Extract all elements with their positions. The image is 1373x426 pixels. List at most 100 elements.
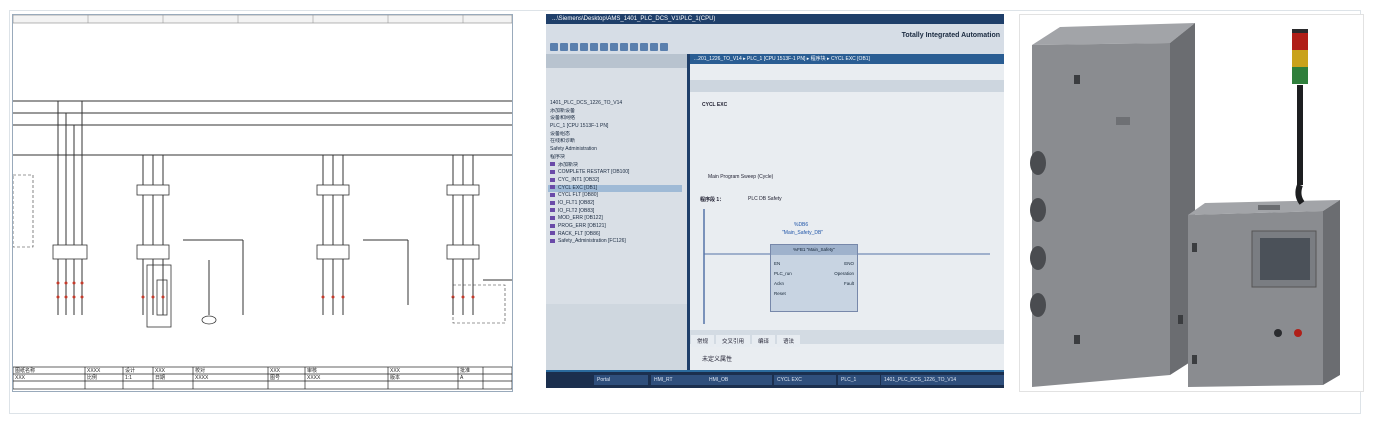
tree-item[interactable]: PROG_ERR [OB121] (548, 223, 682, 231)
stack-light-cap (1292, 29, 1308, 33)
paste-icon[interactable] (600, 43, 608, 51)
tree-item[interactable]: 设备组态 (548, 131, 682, 139)
cable-gland (1030, 151, 1046, 175)
block-icon (550, 215, 555, 220)
brand-label: Totally Integrated Automation (901, 32, 1000, 39)
block-icon (550, 200, 555, 205)
tree-item[interactable]: PLC_1 [CPU 1513F-1 PN] (548, 123, 682, 131)
go-online-icon[interactable] (650, 43, 658, 51)
tree-item[interactable]: Safety_Administration [FC126] (548, 238, 682, 246)
push-button (1274, 329, 1282, 337)
tree-item[interactable]: 程序块 (548, 154, 682, 162)
tree-item-label: CYCL EXC [OB1] (558, 184, 597, 191)
tree-item[interactable]: 添加新块 (548, 162, 682, 170)
enclosure-illustration (1030, 23, 1340, 387)
tree-item[interactable]: IO_FLT2 [OB83] (548, 208, 682, 216)
function-block-header: %FB1 "Main_Safety" (771, 245, 857, 255)
inspector-tab[interactable]: 编译 (752, 335, 776, 347)
go-offline-icon[interactable] (660, 43, 668, 51)
tree-item[interactable]: CYCL FLT [OB80] (548, 192, 682, 200)
block-pin: Reset (774, 291, 786, 296)
tree-item-label: 添加新块 (558, 161, 579, 168)
tree-item[interactable]: CYC_INT1 [OB32] (548, 177, 682, 185)
inspector-tab[interactable]: 语法 (777, 335, 801, 347)
tree-item-label: 在线和诊断 (550, 138, 576, 145)
title-block-cell: 版本 (390, 374, 400, 381)
title-block-cell: XXXX (87, 368, 101, 374)
title-block-cell: XXXX (307, 375, 321, 381)
inspector-tab[interactable]: 交叉引用 (716, 335, 751, 347)
block-icon (550, 162, 555, 167)
title-block-cell: 图号 (270, 375, 280, 381)
hinge (1074, 335, 1080, 344)
redo-icon[interactable] (620, 43, 628, 51)
inspector-tabs: 常规 交叉引用 编译 语法 (690, 330, 1004, 347)
title-block-cell: XXX (155, 368, 166, 374)
stack-light-base (1295, 183, 1305, 205)
project-tree-header (546, 54, 687, 68)
block-pin: PLC_run (774, 271, 792, 276)
stack-light-pole (1297, 85, 1303, 185)
tree-item[interactable]: 1401_PLC_DCS_1226_TO_V14 (548, 100, 682, 108)
taskbar-item[interactable]: HMI_OB (706, 375, 772, 385)
open-icon[interactable] (560, 43, 568, 51)
left-box-top (1032, 23, 1195, 45)
download-icon[interactable] (640, 43, 648, 51)
tree-item-label: Safety_Administration [FC126] (558, 238, 626, 245)
compile-icon[interactable] (630, 43, 638, 51)
new-project-icon[interactable] (550, 43, 558, 51)
tree-item[interactable]: 在线和诊断 (548, 138, 682, 146)
tree-item-label: Safety Administration (550, 146, 597, 153)
block-icon (550, 185, 555, 190)
stack-light-green (1292, 67, 1308, 84)
tree-item[interactable]: Safety Administration (548, 146, 682, 154)
cable-gland (1030, 198, 1046, 222)
block-pin: Operation (834, 271, 854, 276)
block-icon (550, 239, 555, 244)
tree-item[interactable]: COMPLETE RESTART [OB100] (548, 169, 682, 177)
title-block-cell: 设计 (125, 367, 135, 374)
right-box-side (1323, 200, 1340, 385)
block-outputs: ENO Operation Fault (834, 259, 854, 289)
tree-item-label: 1401_PLC_DCS_1226_TO_V14 (550, 100, 623, 106)
undo-icon[interactable] (610, 43, 618, 51)
title-block-cell: 日期 (155, 375, 165, 381)
taskbar-item[interactable]: Portal (594, 375, 648, 385)
tree-item[interactable]: 添加新设备 (548, 108, 682, 116)
tree-item[interactable]: IO_FLT1 [OB82] (548, 200, 682, 208)
latch (1178, 315, 1183, 324)
tree-item[interactable]: MOD_ERR [OB122] (548, 215, 682, 223)
schematic-drawing: 图纸名称 XXXX 设计 XXX 校对 XXX 审核 XXX 批准 XXX 比例 1:1 日期 XXXX 图… (13, 15, 512, 390)
function-block[interactable]: %FB1 "Main_Safety" EN PLC_run Ackn Reset EN… (770, 244, 858, 312)
taskbar-item[interactable]: PLC_1 (838, 375, 880, 385)
taskbar-item[interactable]: HMI_RT (651, 375, 707, 385)
tree-item-label: MOD_ERR [OB122] (558, 215, 603, 222)
tree-item[interactable]: CYCL EXC [OB1] (548, 184, 682, 193)
title-block-cell: XXX (270, 368, 281, 374)
cable-gland (1030, 246, 1046, 270)
title-block-cell: 1:1 (125, 375, 132, 381)
tree-item[interactable]: RACK_FLT [OB86] (548, 231, 682, 239)
tree-item[interactable]: 设备和网络 (548, 115, 682, 123)
cut-icon[interactable] (580, 43, 588, 51)
tree-item-label: 添加新设备 (550, 107, 576, 114)
menu-bar (546, 24, 1004, 54)
block-pin: Ackn (774, 281, 785, 286)
project-tree: 1401_PLC_DCS_1226_TO_V14 添加新设备 设备和网络 PLC_1 … (546, 54, 690, 370)
tree-item-label: 程序块 (550, 153, 566, 160)
inspector-tab[interactable]: 常规 (691, 335, 715, 347)
project-tree-list: 1401_PLC_DCS_1226_TO_V14 添加新设备 设备和网络 PLC_1 … (548, 100, 682, 246)
title-block-cell: XXX (390, 368, 401, 374)
block-pin: ENO (844, 261, 854, 266)
save-icon[interactable] (570, 43, 578, 51)
title-block-cell: XXX (15, 375, 26, 381)
taskbar-item[interactable]: CYCL EXC (774, 375, 836, 385)
copy-icon[interactable] (590, 43, 598, 51)
electrical-schematic: 图纸名称 XXXX 设计 XXX 校对 XXX 审核 XXX 批准 XXX 比例 1:1 日期 XXXX 图… (12, 14, 513, 392)
block-icon (550, 169, 555, 174)
emergency-button (1294, 329, 1302, 337)
taskbar-item[interactable]: 1401_PLC_DCS_1226_TO_V14 (881, 375, 1004, 385)
hinge (1074, 75, 1080, 84)
nameplate (1116, 117, 1130, 125)
title-block-cell: 审核 (307, 367, 317, 374)
